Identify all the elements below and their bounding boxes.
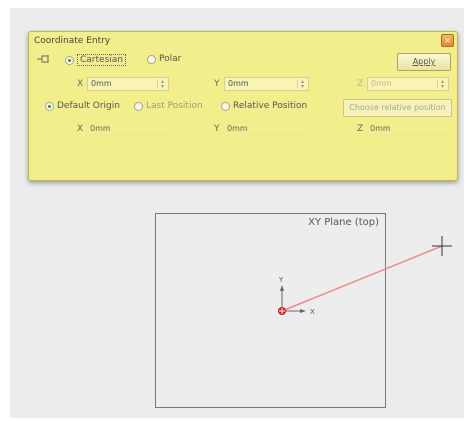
- rubber-band-line: [281, 245, 443, 312]
- x-axis-label: X: [310, 308, 315, 316]
- origin-marker-icon: [278, 307, 286, 315]
- crosshair-cursor-icon: [432, 236, 452, 256]
- viewport-scene: Y X: [278, 236, 452, 316]
- y-axis-label: Y: [278, 276, 284, 284]
